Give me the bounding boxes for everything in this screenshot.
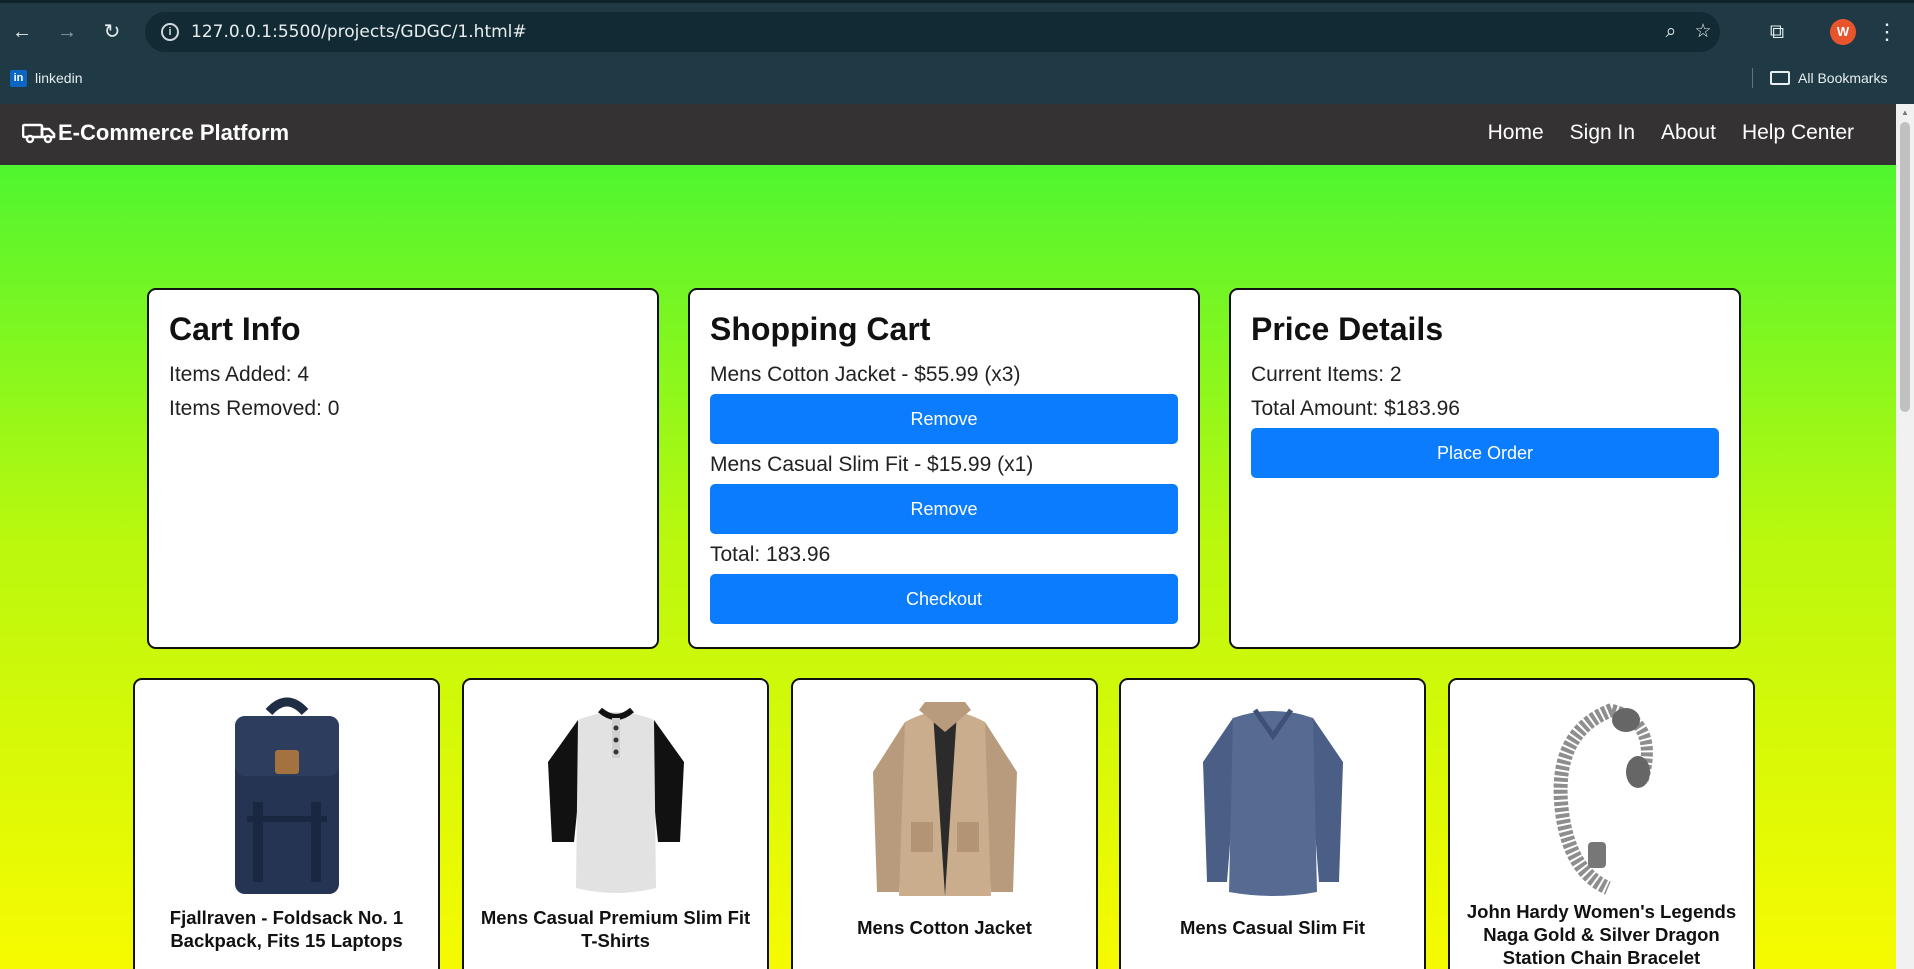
site-navbar: E-Commerce Platform Home Sign In About H… (0, 104, 1896, 165)
nav-link-help-center[interactable]: Help Center (1742, 121, 1854, 145)
nav-links: Home Sign In About Help Center (1488, 121, 1854, 145)
zoom-icon[interactable]: ⌕ (1659, 20, 1683, 44)
shopping-cart-panel: Shopping Cart Mens Cotton Jacket - $55.9… (688, 288, 1200, 649)
total-amount-text: Total Amount: $183.96 (1251, 397, 1460, 421)
all-bookmarks-button[interactable]: All Bookmarks (1770, 68, 1887, 88)
truck-icon (22, 123, 56, 144)
product-card[interactable]: Mens Cotton Jacket (791, 678, 1098, 969)
all-bookmarks-label: All Bookmarks (1798, 70, 1888, 86)
page-viewport: E-Commerce Platform Home Sign In About H… (0, 104, 1896, 969)
product-title: Mens Casual Premium Slim Fit T-Shirts (480, 907, 751, 951)
product-card[interactable]: Mens Casual Premium Slim Fit T-Shirts (462, 678, 769, 969)
product-title: Mens Casual Slim Fit (1179, 917, 1366, 938)
checkout-button[interactable]: Checkout (710, 574, 1178, 625)
product-card[interactable]: Mens Casual Slim Fit (1119, 678, 1426, 969)
nav-link-about[interactable]: About (1661, 121, 1716, 145)
brand-logo[interactable]: E-Commerce Platform (22, 120, 289, 146)
site-info-icon[interactable]: i (161, 23, 179, 41)
price-details-title: Price Details (1251, 311, 1444, 347)
linkedin-icon: in (10, 69, 27, 87)
reload-icon[interactable]: ↻ (98, 18, 126, 46)
cart-total-text: Total: 183.96 (710, 543, 831, 567)
shopping-cart-title: Shopping Cart (710, 311, 931, 347)
cotton-jacket-image (872, 702, 1017, 896)
items-removed-text: Items Removed: 0 (169, 397, 340, 421)
price-details-panel: Price Details Current Items: 2 Total Amo… (1229, 288, 1741, 649)
dragon-bracelet-image (1553, 703, 1653, 895)
bookmark-label: linkedin (35, 70, 83, 86)
browser-menu-icon[interactable]: ⋮ (1876, 18, 1898, 46)
nav-link-sign-in[interactable]: Sign In (1570, 121, 1635, 145)
product-card[interactable]: John Hardy Women's Legends Naga Gold & S… (1448, 678, 1755, 969)
tab-strip (0, 0, 1914, 3)
bookmarks-bar: in linkedin All Bookmarks (0, 62, 1914, 94)
forward-icon[interactable]: → (53, 18, 81, 46)
scroll-up-icon[interactable]: ▲ (1900, 108, 1910, 118)
url-text[interactable]: 127.0.0.1:5500/projects/GDGC/1.html# (191, 22, 527, 42)
remove-button[interactable]: Remove (710, 484, 1178, 535)
raglan-tshirt-image (547, 707, 684, 893)
backpack-image (234, 697, 339, 894)
cart-info-panel: Cart Info Items Added: 4 Items Removed: … (147, 288, 659, 649)
place-order-button[interactable]: Place Order (1251, 428, 1719, 479)
remove-button[interactable]: Remove (710, 394, 1178, 445)
product-title: Fjallraven - Foldsack No. 1 Backpack, Fi… (169, 907, 404, 951)
brand-name: E-Commerce Platform (58, 120, 290, 145)
address-bar[interactable]: i 127.0.0.1:5500/projects/GDGC/1.html# ⌕… (145, 12, 1720, 52)
cart-item-text: Mens Cotton Jacket - $55.99 (x3) (710, 363, 1021, 387)
back-icon[interactable]: ← (8, 18, 36, 46)
extensions-icon[interactable]: ⧉ (1763, 18, 1791, 46)
bookmarks-divider (1752, 68, 1753, 88)
page-scrollbar[interactable]: ▲ (1896, 104, 1914, 969)
folder-icon (1770, 71, 1790, 85)
bookmark-star-icon[interactable]: ☆ (1691, 20, 1715, 44)
scroll-thumb[interactable] (1900, 122, 1910, 412)
bookmark-linkedin[interactable]: in linkedin (10, 68, 82, 88)
items-added-text: Items Added: 4 (169, 363, 310, 387)
cart-item-text: Mens Casual Slim Fit - $15.99 (x1) (710, 453, 1034, 477)
nav-link-home[interactable]: Home (1488, 121, 1544, 145)
longsleeve-shirt-image (1202, 708, 1343, 896)
product-title: John Hardy Women's Legends Naga Gold & S… (1466, 901, 1737, 968)
cart-info-title: Cart Info (169, 311, 301, 347)
product-card[interactable]: Fjallraven - Foldsack No. 1 Backpack, Fi… (133, 678, 440, 969)
product-title: Mens Cotton Jacket (857, 917, 1032, 938)
profile-avatar[interactable]: W (1830, 19, 1856, 45)
browser-chrome: ← → ↻ i 127.0.0.1:5500/projects/GDGC/1.h… (0, 0, 1914, 104)
current-items-text: Current Items: 2 (1251, 363, 1402, 387)
